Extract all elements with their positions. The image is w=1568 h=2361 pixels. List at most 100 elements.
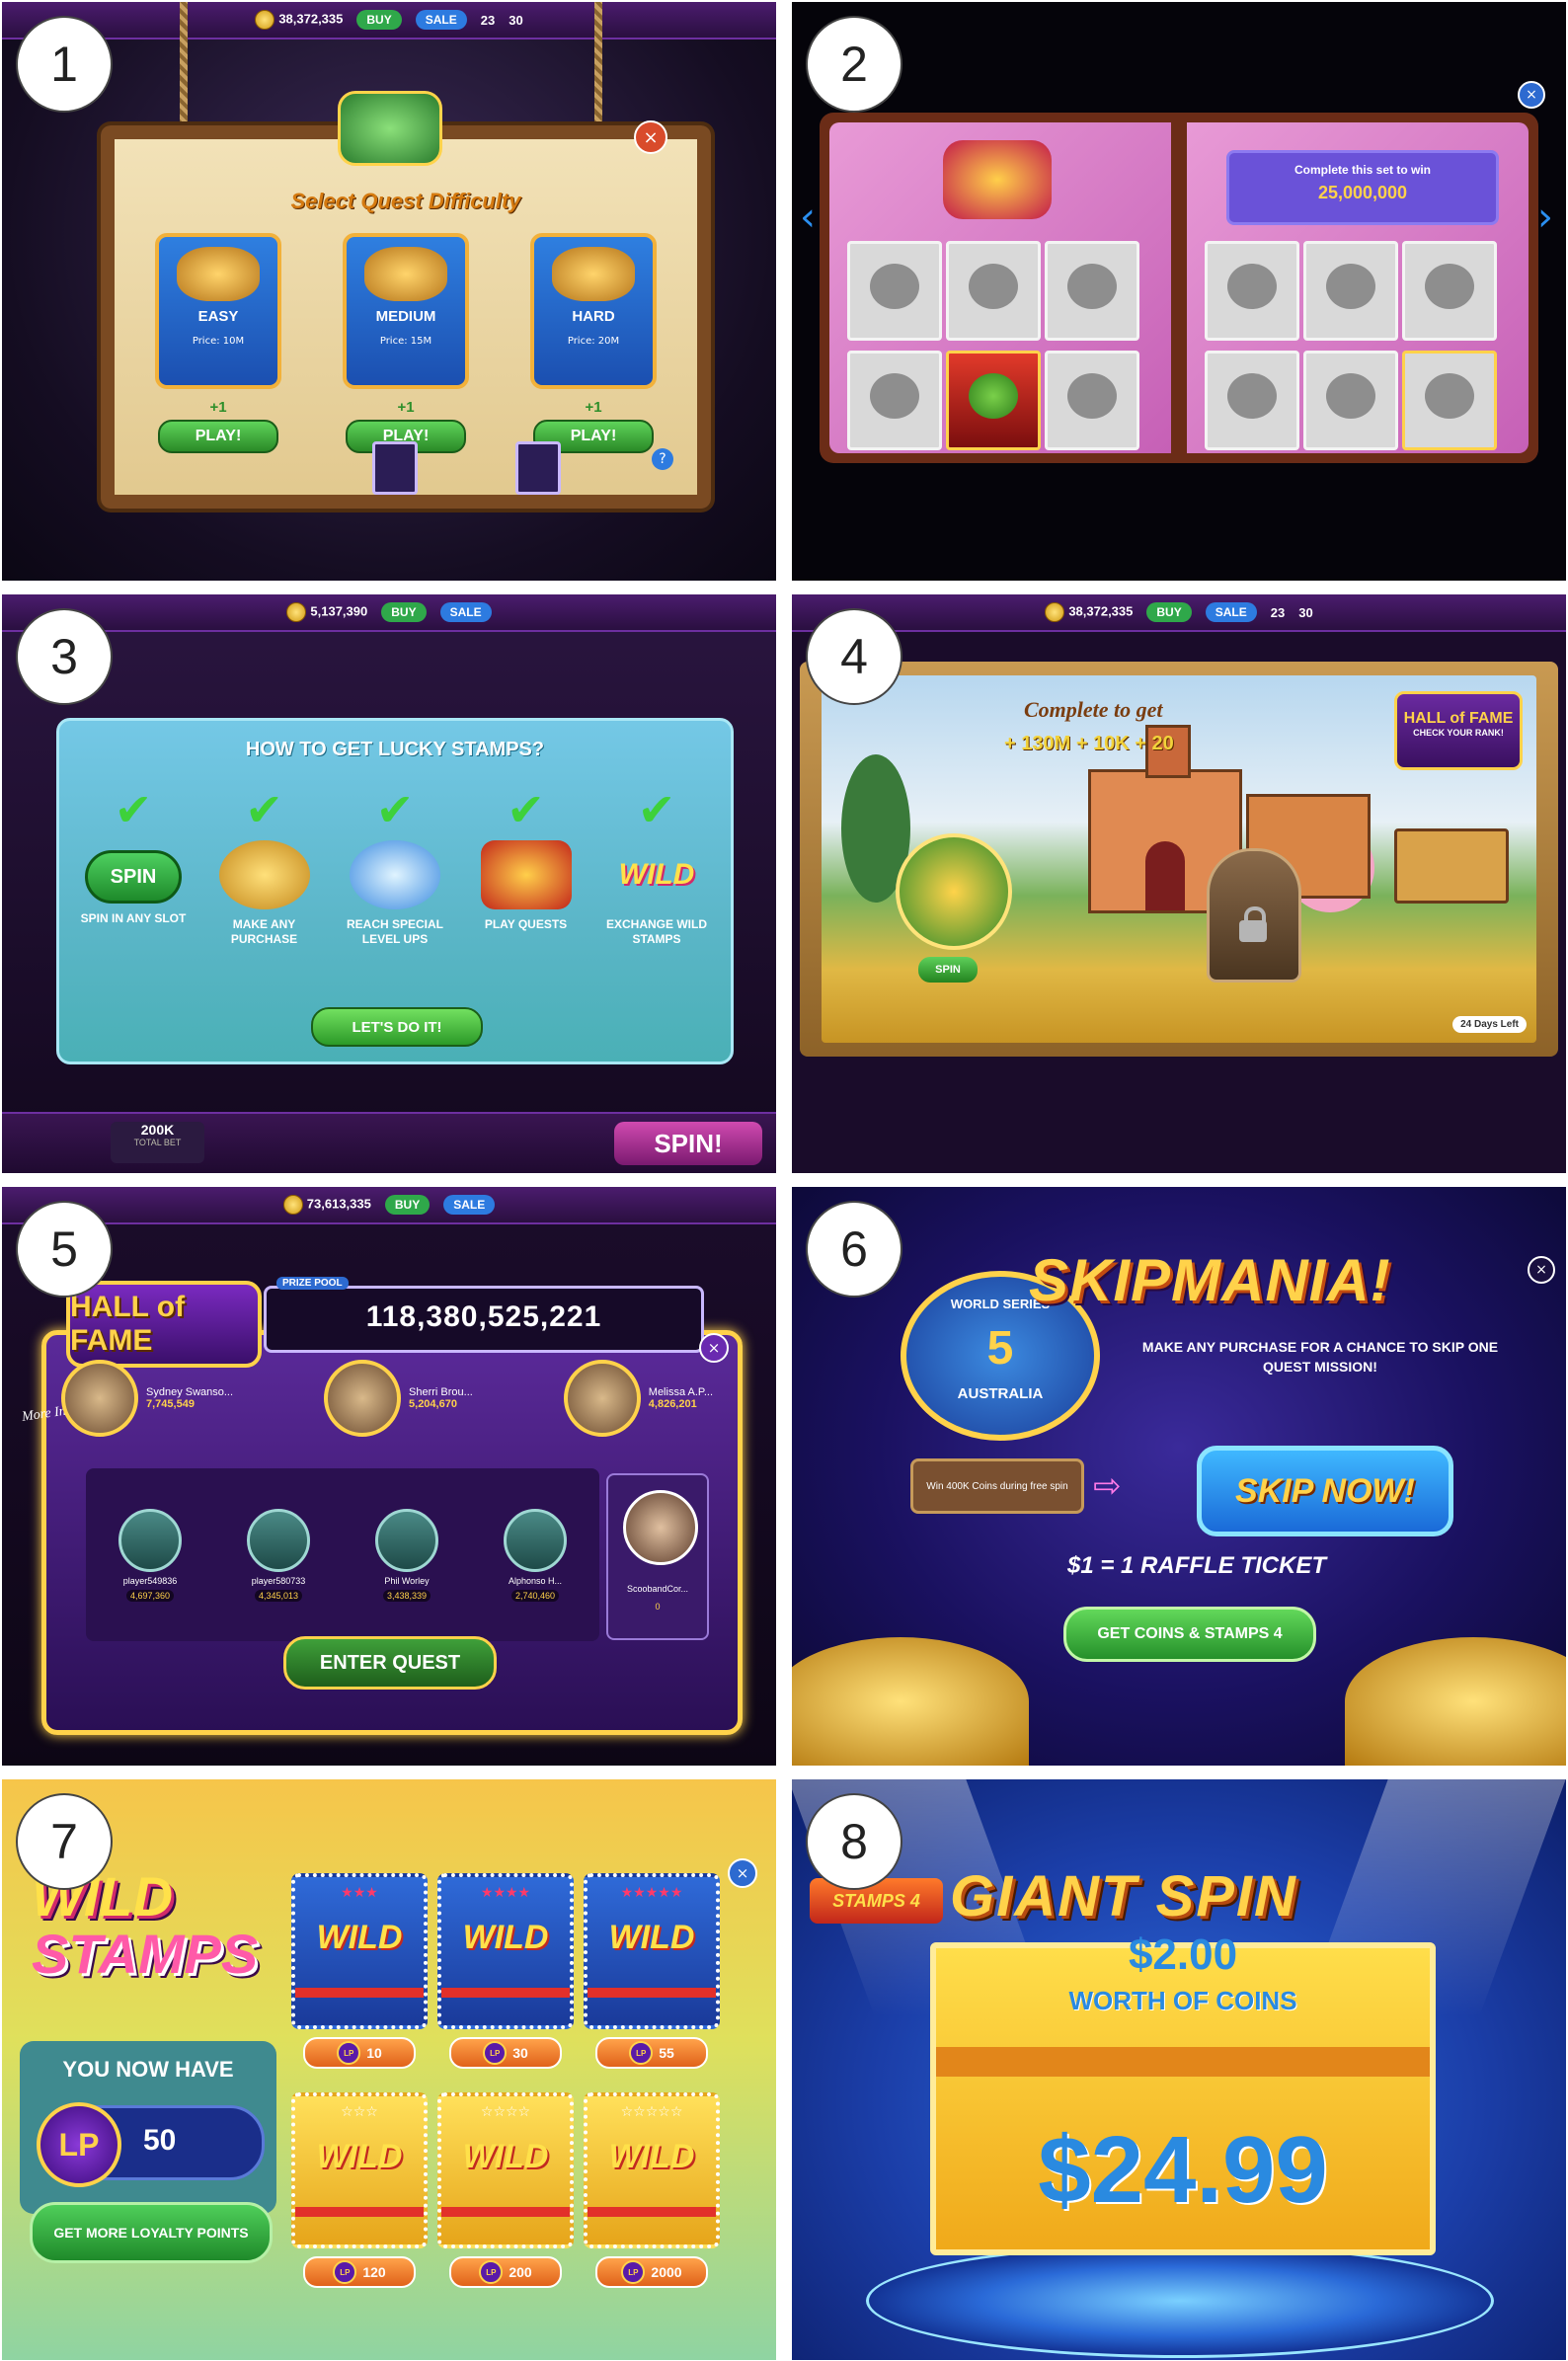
step-badge: 2 <box>806 16 902 113</box>
stamp-slot[interactable] <box>847 241 942 341</box>
price-value: 120 <box>362 2264 386 2280</box>
info-icon[interactable]: ? <box>652 448 673 470</box>
wild-stamp-item[interactable]: ☆☆☆☆☆ WILD LP 2000 <box>583 2092 721 2288</box>
stamp-slot[interactable] <box>847 351 942 450</box>
stamp-slot[interactable] <box>1402 241 1497 341</box>
coin-balance: 5,137,390 <box>286 602 367 622</box>
enter-quest-button[interactable]: ENTER QUEST <box>283 1636 497 1690</box>
wild-stamp-item[interactable]: ★★★★ WILD LP 30 <box>436 1873 575 2069</box>
gem-value: 30 <box>1298 604 1313 620</box>
level-value: 23 <box>1270 604 1286 620</box>
wild-stamp-item[interactable]: ☆☆☆☆ WILD LP 200 <box>436 2092 575 2288</box>
stamp-price[interactable]: LP 200 <box>449 2256 562 2288</box>
close-icon[interactable]: × <box>728 1858 757 1888</box>
coin-balance: 73,613,335 <box>282 1195 371 1215</box>
prize-box[interactable]: $2.00 WORTH OF COINS $24.99 <box>930 1930 1436 2255</box>
buy-button[interactable]: BUY <box>384 1195 431 1215</box>
difficulty-card[interactable]: MEDIUM Price: 15M <box>343 233 469 389</box>
stamp-price[interactable]: LP 2000 <box>595 2256 708 2288</box>
win-board: Win 400K Coins during free spin <box>910 1458 1084 1514</box>
check-icon: ✔ <box>245 783 283 836</box>
way-item: ✔ WILD EXCHANGE WILD STAMPS <box>597 785 716 947</box>
next-arrow-icon[interactable]: › <box>1537 195 1553 240</box>
quest-scroll: SPIN Complete to get + 130M + 10K + 20 H… <box>800 662 1558 1057</box>
play-button[interactable]: PLAY! <box>158 420 278 453</box>
difficulty-card[interactable]: EASY Price: 10M <box>155 233 281 389</box>
stamp-slot[interactable] <box>1303 351 1398 450</box>
wild-stamp-item[interactable]: ★★★★★ WILD LP 55 <box>583 1873 721 2069</box>
lets-do-it-button[interactable]: LET'S DO IT! <box>311 1007 483 1047</box>
stamp-slot[interactable] <box>946 241 1041 341</box>
skip-now-button[interactable]: SKIP NOW! <box>1197 1446 1453 1536</box>
stamp-slot-collected[interactable] <box>946 351 1041 450</box>
panel-giant-spin: 8 STAMPS 4 GIANT SPIN $2.00 WORTH OF COI… <box>792 1779 1566 2360</box>
panel-skipmania: 6 × WORLD SERIES 5 AUSTRALIA SKIPMANIA! … <box>792 1187 1566 1766</box>
coin-balance: 38,372,335 <box>1045 602 1133 622</box>
check-icon: ✔ <box>637 783 676 836</box>
rope-left <box>180 2 188 130</box>
close-icon[interactable]: × <box>699 1333 729 1363</box>
sale-button[interactable]: SALE <box>443 1195 496 1215</box>
stamp-price[interactable]: LP 55 <box>595 2037 708 2069</box>
sale-button[interactable]: SALE <box>439 602 492 622</box>
wild-word: WILD <box>462 1919 549 1956</box>
get-coins-button[interactable]: GET COINS & STAMPS 4 <box>1063 1607 1316 1662</box>
chest-icon <box>177 247 260 301</box>
buy-button[interactable]: BUY <box>1146 602 1192 622</box>
leader-score: 5,204,670 <box>409 1398 457 1410</box>
spin-button[interactable]: SPIN <box>918 957 978 983</box>
screenshot-grid: 38,372,335 BUY SALE 23 30 1 Select Quest… <box>0 0 1568 2361</box>
stamp-reward-icon <box>515 441 561 495</box>
set-goal: Complete this set to win 25,000,000 <box>1226 150 1499 225</box>
stamp-price[interactable]: LP 10 <box>303 2037 416 2069</box>
goal-value: 25,000,000 <box>1317 183 1408 202</box>
my-score: 0 <box>655 1602 661 1612</box>
stamp-slot[interactable] <box>1205 351 1299 450</box>
hall-of-fame-button[interactable]: HALL of FAME CHECK YOUR RANK! <box>1394 691 1523 770</box>
difficulty-easy: EASY Price: 10M +1 PLAY! <box>139 233 297 453</box>
ribbon <box>441 2207 570 2217</box>
buy-button[interactable]: BUY <box>381 602 427 622</box>
way-label: PLAY QUESTS <box>484 917 568 931</box>
way-item: ✔ PLAY QUESTS <box>467 785 586 947</box>
wild-stamp-item[interactable]: ★★★ WILD LP 10 <box>290 1873 429 2069</box>
wild-word: WILD <box>462 2138 549 2175</box>
check-icon: ✔ <box>375 783 415 836</box>
wild-stamp-item[interactable]: ☆☆☆ WILD LP 120 <box>290 2092 429 2288</box>
stamp-slot[interactable] <box>1303 241 1398 341</box>
total-bet[interactable]: 200K TOTAL BET <box>111 1122 204 1163</box>
sale-button[interactable]: SALE <box>415 10 467 30</box>
lp-icon: LP <box>337 2041 361 2065</box>
worth-of-coins: WORTH OF COINS <box>1068 1986 1297 2015</box>
wild-stamp-card: ☆☆☆☆☆ WILD <box>584 2092 720 2248</box>
price-value: 30 <box>512 2045 528 2061</box>
difficulty-card[interactable]: HARD Price: 20M <box>530 233 657 389</box>
spin-button[interactable]: SPIN! <box>614 1122 762 1165</box>
close-icon[interactable]: × <box>1518 81 1545 109</box>
way-label: SPIN IN ANY SLOT <box>80 911 187 925</box>
sale-button[interactable]: SALE <box>1205 602 1257 622</box>
coins-icon <box>218 840 310 909</box>
difficulty-price: Price: 15M <box>379 336 432 347</box>
step-badge: 3 <box>16 608 113 705</box>
clover-slot-icon[interactable] <box>896 833 1012 950</box>
close-icon[interactable]: × <box>1528 1256 1555 1284</box>
stamp-slot[interactable] <box>1045 351 1139 450</box>
difficulty-options: EASY Price: 10M +1 PLAY! MEDIUM Price: 1… <box>139 233 672 453</box>
prev-arrow-icon[interactable]: ‹ <box>800 195 816 240</box>
step-badge: 1 <box>16 16 113 113</box>
stamp-price[interactable]: LP 30 <box>449 2037 562 2069</box>
stamp-slot-selected[interactable] <box>1402 351 1497 450</box>
wild-stamp-card: ★★★★ WILD <box>437 1873 574 2029</box>
leader-name: Melissa A.P... <box>648 1386 713 1398</box>
get-more-loyalty-button[interactable]: GET MORE LOYALTY POINTS <box>30 2202 273 2263</box>
price-value: $24.99 <box>1038 2117 1328 2223</box>
close-icon[interactable]: × <box>634 120 667 154</box>
locked-slot <box>1207 848 1301 983</box>
panel-quest-difficulty: 38,372,335 BUY SALE 23 30 1 Select Quest… <box>2 2 776 581</box>
dialog-title: HOW TO GET LUCKY STAMPS? <box>245 739 545 760</box>
stamp-slot[interactable] <box>1045 241 1139 341</box>
stamp-slot[interactable] <box>1205 241 1299 341</box>
buy-button[interactable]: BUY <box>356 10 402 30</box>
stamp-price[interactable]: LP 120 <box>303 2256 416 2288</box>
